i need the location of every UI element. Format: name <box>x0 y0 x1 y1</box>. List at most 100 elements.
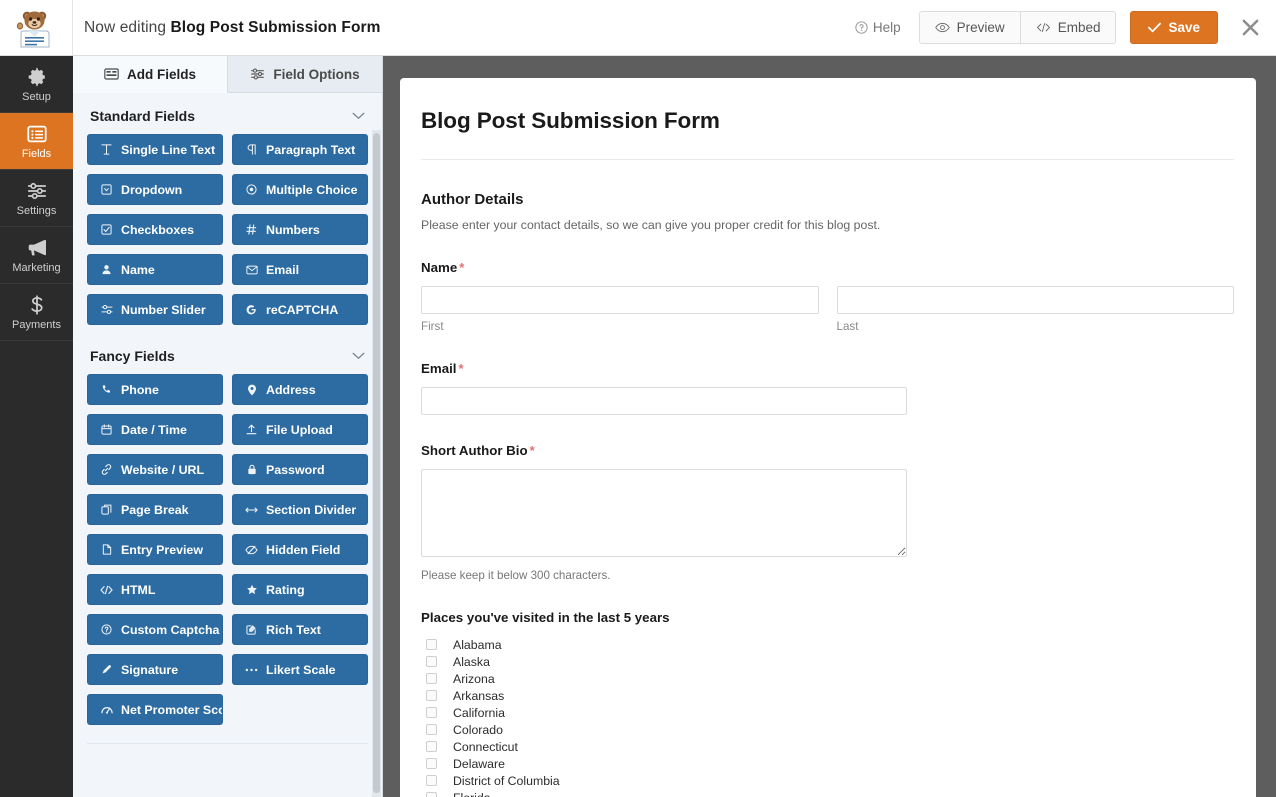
field-button-multiple-choice[interactable]: Multiple Choice <box>232 174 368 205</box>
list-item[interactable]: District of Columbia <box>421 772 1234 789</box>
field-button-label: Custom Captcha <box>121 622 220 637</box>
field-button-signature[interactable]: Signature <box>87 654 223 685</box>
checkbox-input[interactable] <box>426 639 437 650</box>
sidebar-item-setup[interactable]: Setup <box>0 56 73 113</box>
checkbox-label: District of Columbia <box>453 773 560 788</box>
checkbox-label: Alabama <box>453 637 502 652</box>
list-item[interactable]: Colorado <box>421 721 1234 738</box>
help-button[interactable]: Help <box>855 20 901 35</box>
panel-scrollbar-track[interactable] <box>372 130 381 797</box>
field-button-phone[interactable]: Phone <box>87 374 223 405</box>
field-button-website-url[interactable]: Website / URL <box>87 454 223 485</box>
panel-scrollbar-thumb[interactable] <box>373 133 380 793</box>
page-title: Blog Post Submission Form <box>421 108 720 133</box>
field-button-file-upload[interactable]: File Upload <box>232 414 368 445</box>
group-header-fancy-fields[interactable]: Fancy Fields <box>73 335 382 374</box>
embed-button[interactable]: Embed <box>1020 11 1117 44</box>
sidebar-item-payments[interactable]: Payments <box>0 284 73 341</box>
checkbox-input[interactable] <box>426 792 437 797</box>
field-button-rich-text[interactable]: Rich Text <box>232 614 368 645</box>
field-button-dropdown[interactable]: Dropdown <box>87 174 223 205</box>
sidebar-item-label: Fields <box>21 147 52 160</box>
save-button[interactable]: Save <box>1130 11 1218 44</box>
places-checkbox-list: Alabama Alaska Arizona Arkansas California Co… <box>421 636 1234 797</box>
last-name-input[interactable] <box>836 286 1234 314</box>
field-button-date-time[interactable]: Date / Time <box>87 414 223 445</box>
field-button-likert-scale[interactable]: Likert Scale <box>232 654 368 685</box>
radio-icon <box>245 184 258 195</box>
sidebar-item-marketing[interactable]: Marketing <box>0 227 73 284</box>
group-header-standard-fields[interactable]: Standard Fields <box>73 93 382 134</box>
fields-scroll-area: Standard Fields Single Line Text Paragra… <box>73 93 382 797</box>
field-button-numbers[interactable]: Numbers <box>232 214 368 245</box>
checkbox-input[interactable] <box>426 775 437 786</box>
checkbox-label: Florida <box>453 791 491 797</box>
list-item[interactable]: Alabama <box>421 636 1234 653</box>
form-field-email[interactable]: Email * <box>421 361 1234 415</box>
map-pin-icon <box>245 384 258 396</box>
field-button-password[interactable]: Password <box>232 454 368 485</box>
field-button-net-promoter-score[interactable]: Net Promoter Score <box>87 694 223 725</box>
list-item[interactable]: Delaware <box>421 755 1234 772</box>
list-item[interactable]: Connecticut <box>421 738 1234 755</box>
checkbox-input[interactable] <box>426 724 437 735</box>
tab-field-options[interactable]: Field Options <box>228 56 382 93</box>
field-button-label: Date / Time <box>121 422 187 437</box>
field-label: Name * <box>421 260 1234 275</box>
chevron-down-icon[interactable] <box>352 352 365 360</box>
field-button-custom-captcha[interactable]: Custom Captcha <box>87 614 223 645</box>
field-button-number-slider[interactable]: Number Slider <box>87 294 223 325</box>
checkbox-label: California <box>453 705 505 720</box>
field-button-entry-preview[interactable]: Entry Preview <box>87 534 223 565</box>
question-circle-icon <box>100 624 113 635</box>
field-button-label: Address <box>266 382 316 397</box>
field-button-name[interactable]: Name <box>87 254 223 285</box>
email-input[interactable] <box>421 387 907 415</box>
field-button-address[interactable]: Address <box>232 374 368 405</box>
checkbox-input[interactable] <box>426 673 437 684</box>
field-button-page-break[interactable]: Page Break <box>87 494 223 525</box>
field-button-checkboxes[interactable]: Checkboxes <box>87 214 223 245</box>
checkbox-input[interactable] <box>426 656 437 667</box>
field-button-hidden-field[interactable]: Hidden Field <box>232 534 368 565</box>
list-item[interactable]: California <box>421 704 1234 721</box>
pen-icon <box>100 664 113 675</box>
field-button-html[interactable]: HTML <box>87 574 223 605</box>
preview-button[interactable]: Preview <box>918 11 1021 44</box>
form-field-places-visited[interactable]: Places you've visited in the last 5 year… <box>421 610 1234 797</box>
required-marker: * <box>529 443 535 458</box>
chevron-down-icon[interactable] <box>352 112 365 120</box>
embed-label: Embed <box>1057 20 1101 35</box>
sidebar-item-fields[interactable]: Fields <box>0 113 73 170</box>
field-button-rating[interactable]: Rating <box>232 574 368 605</box>
checkbox-input[interactable] <box>426 758 437 769</box>
first-name-input[interactable] <box>421 286 819 314</box>
field-button-single-line-text[interactable]: Single Line Text <box>87 134 223 165</box>
list-item[interactable]: Arizona <box>421 670 1234 687</box>
editing-prefix: Now editing <box>84 18 167 36</box>
field-button-paragraph-text[interactable]: Paragraph Text <box>232 134 368 165</box>
editing-form-name: Blog Post Submission Form <box>170 18 381 36</box>
top-bar-actions: Help Preview Embed Save <box>855 11 1276 44</box>
gear-icon <box>28 67 45 86</box>
list-item[interactable]: Florida <box>421 789 1234 797</box>
sidebar-item-settings[interactable]: Settings <box>0 170 73 227</box>
tab-add-fields[interactable]: Add Fields <box>73 56 228 93</box>
short-author-bio-textarea[interactable] <box>421 469 907 557</box>
close-builder-button[interactable] <box>1238 16 1262 40</box>
checkbox-input[interactable] <box>426 707 437 718</box>
list-item[interactable]: Alaska <box>421 653 1234 670</box>
megaphone-icon <box>28 239 46 255</box>
field-button-section-divider[interactable]: Section Divider <box>232 494 368 525</box>
star-icon <box>245 584 258 595</box>
form-field-short-author-bio[interactable]: Short Author Bio * Please keep it below 3… <box>421 443 1234 582</box>
field-button-email[interactable]: Email <box>232 254 368 285</box>
field-button-label: Page Break <box>121 502 189 517</box>
checkbox-input[interactable] <box>426 741 437 752</box>
list-item[interactable]: Arkansas <box>421 687 1234 704</box>
form-field-name[interactable]: Name * First Last <box>421 260 1234 333</box>
field-options-icon <box>251 68 265 80</box>
top-bar: Now editing Blog Post Submission Form He… <box>0 0 1276 56</box>
field-button-recaptcha[interactable]: reCAPTCHA <box>232 294 368 325</box>
checkbox-input[interactable] <box>426 690 437 701</box>
